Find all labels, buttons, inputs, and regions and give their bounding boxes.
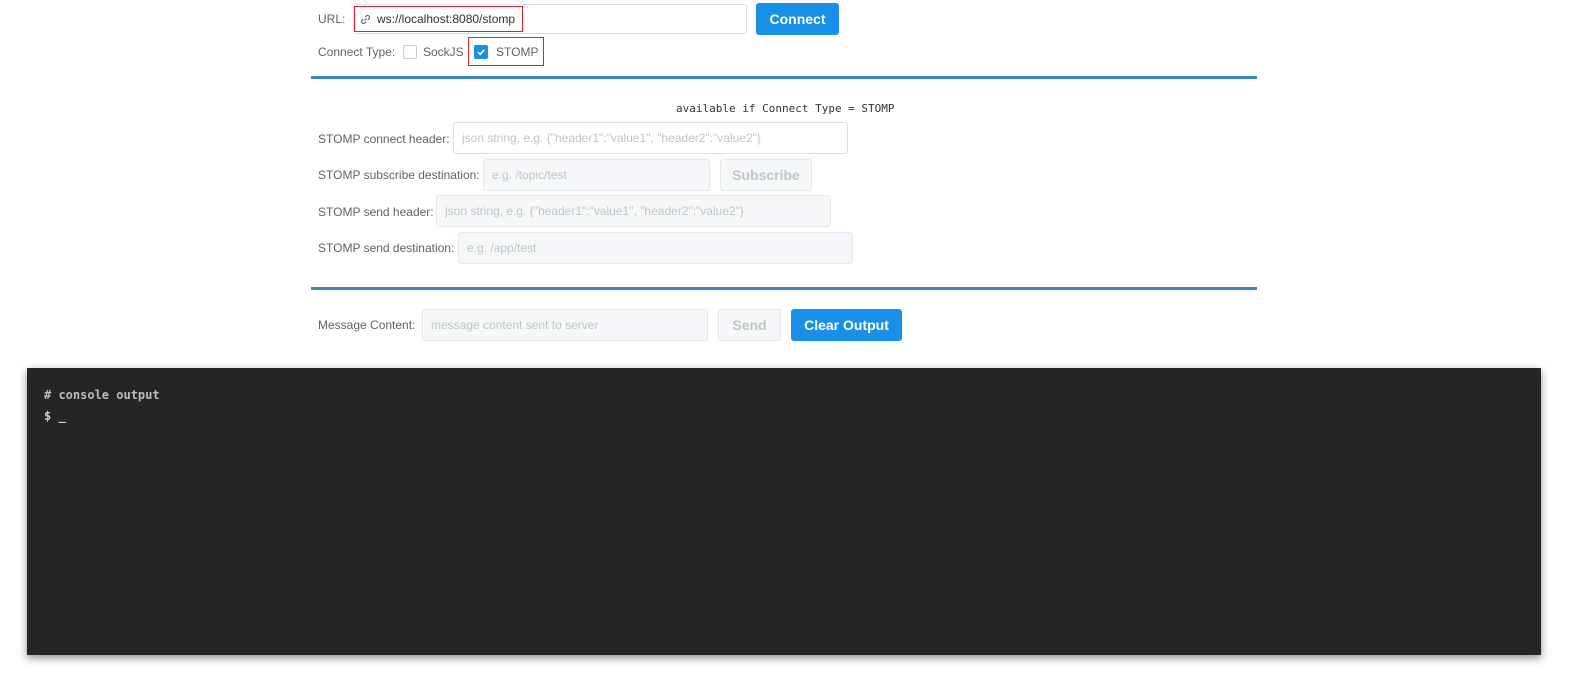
send-button[interactable]: Send [718, 309, 781, 341]
message-content-placeholder: message content sent to server [431, 318, 599, 332]
stomp-label[interactable]: STOMP [496, 44, 538, 60]
console-output-panel[interactable]: # console output $ _ [27, 368, 1541, 655]
stomp-send-dest-label: STOMP send destination: [318, 241, 455, 255]
sockjs-checkbox[interactable] [403, 45, 417, 59]
stomp-subscribe-dest-input[interactable]: e.g. /topic/test [483, 159, 710, 191]
subscribe-button[interactable]: Subscribe [720, 159, 812, 191]
message-content-input[interactable]: message content sent to server [422, 309, 708, 341]
sockjs-label[interactable]: SockJS [423, 44, 464, 60]
connect-type-label: Connect Type: [318, 45, 396, 59]
console-line: $ _ [44, 409, 66, 423]
stomp-send-header-label: STOMP send header: [318, 205, 434, 219]
stomp-availability-note: available if Connect Type = STOMP [676, 102, 895, 115]
url-highlight [354, 6, 523, 32]
stomp-subscribe-dest-label: STOMP subscribe destination: [318, 168, 480, 182]
stomp-send-header-input[interactable]: json string, e.g. {"header1":"value1", "… [436, 195, 831, 227]
url-label: URL: [318, 12, 346, 26]
section-divider-bottom [311, 287, 1257, 290]
stomp-connect-header-placeholder: json string, e.g. {"header1":"value1", "… [462, 131, 761, 145]
section-divider-top [311, 76, 1257, 79]
stomp-send-header-placeholder: json string, e.g. {"header1":"value1", "… [445, 204, 744, 218]
stomp-connect-header-input[interactable]: json string, e.g. {"header1":"value1", "… [453, 122, 848, 154]
stomp-subscribe-dest-placeholder: e.g. /topic/test [492, 168, 567, 182]
stomp-send-dest-placeholder: e.g. /app/test [467, 241, 537, 255]
connect-button[interactable]: Connect [756, 3, 839, 35]
console-line: # console output [44, 388, 160, 402]
stomp-connect-header-label: STOMP connect header: [318, 132, 450, 146]
stomp-checkbox[interactable] [474, 45, 488, 59]
message-content-label: Message Content: [318, 318, 416, 332]
clear-output-button[interactable]: Clear Output [791, 309, 902, 341]
check-icon [477, 49, 485, 56]
stomp-send-dest-input[interactable]: e.g. /app/test [458, 232, 853, 264]
